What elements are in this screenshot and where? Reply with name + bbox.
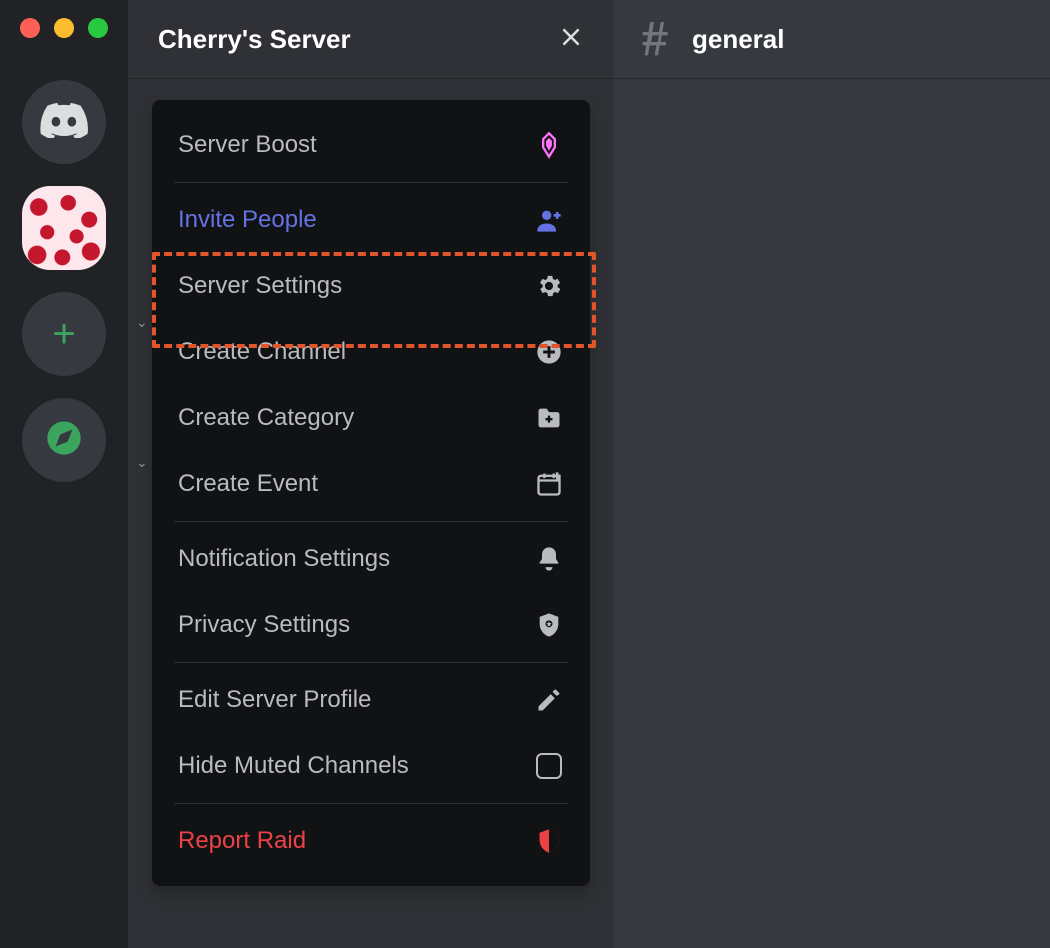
server-rail: + (0, 0, 128, 948)
plus-icon: + (52, 312, 75, 357)
menu-create-category[interactable]: Create Category (166, 385, 576, 451)
home-button[interactable] (22, 80, 106, 164)
add-user-icon (534, 205, 564, 235)
menu-notification-settings[interactable]: Notification Settings (166, 526, 576, 592)
server-dropdown-menu: Server Boost Invite People Server Settin… (152, 100, 590, 886)
menu-invite-people[interactable]: Invite People (166, 187, 576, 253)
gear-icon (534, 271, 564, 301)
explore-servers-button[interactable] (22, 398, 106, 482)
menu-label: Privacy Settings (178, 611, 350, 639)
chat-area: general (614, 0, 1050, 948)
menu-label: Invite People (178, 206, 317, 234)
shield-alert-icon (534, 826, 564, 856)
menu-divider (174, 182, 568, 183)
calendar-plus-icon (534, 469, 564, 499)
pencil-icon (534, 685, 564, 715)
chat-header: general (614, 0, 1050, 78)
compass-icon (44, 418, 84, 463)
server-header[interactable]: Cherry's Server (128, 0, 614, 78)
menu-divider (174, 521, 568, 522)
window-zoom-dot[interactable] (88, 18, 108, 38)
menu-label: Edit Server Profile (178, 686, 371, 714)
menu-label: Create Event (178, 470, 318, 498)
plus-circle-icon (534, 337, 564, 367)
menu-create-event[interactable]: Create Event (166, 451, 576, 517)
menu-server-boost[interactable]: Server Boost (166, 112, 576, 178)
menu-divider (174, 662, 568, 663)
menu-label: Notification Settings (178, 545, 390, 573)
window-minimize-dot[interactable] (54, 18, 74, 38)
chevron-down-icon[interactable]: ⌄ (136, 454, 148, 471)
menu-label: Server Boost (178, 131, 317, 159)
hash-icon (636, 17, 676, 62)
menu-privacy-settings[interactable]: Privacy Settings (166, 592, 576, 658)
add-server-button[interactable]: + (22, 292, 106, 376)
server-cherrys-server[interactable] (22, 186, 106, 270)
menu-hide-muted-channels[interactable]: Hide Muted Channels (166, 733, 576, 799)
server-name: Cherry's Server (158, 24, 351, 55)
discord-logo-icon (40, 102, 88, 143)
menu-server-settings[interactable]: Server Settings (166, 253, 576, 319)
chevron-down-icon[interactable]: ⌄ (136, 314, 148, 331)
window-traffic-lights (20, 18, 108, 38)
channel-name: general (692, 24, 785, 55)
folder-plus-icon (534, 403, 564, 433)
shield-star-icon (534, 610, 564, 640)
menu-edit-server-profile[interactable]: Edit Server Profile (166, 667, 576, 733)
menu-divider (174, 803, 568, 804)
menu-label: Report Raid (178, 827, 306, 855)
menu-label: Hide Muted Channels (178, 752, 409, 780)
checkbox-empty-icon (534, 751, 564, 781)
menu-label: Create Channel (178, 338, 346, 366)
channel-sidebar: Cherry's Server ⌄ ⌄ Server Boost Invite … (128, 0, 614, 948)
menu-label: Create Category (178, 404, 354, 432)
window-close-dot[interactable] (20, 18, 40, 38)
menu-label: Server Settings (178, 272, 342, 300)
menu-create-channel[interactable]: Create Channel (166, 319, 576, 385)
menu-report-raid[interactable]: Report Raid (166, 808, 576, 874)
close-icon[interactable] (558, 24, 584, 55)
boost-gem-icon (534, 130, 564, 160)
bell-icon (534, 544, 564, 574)
